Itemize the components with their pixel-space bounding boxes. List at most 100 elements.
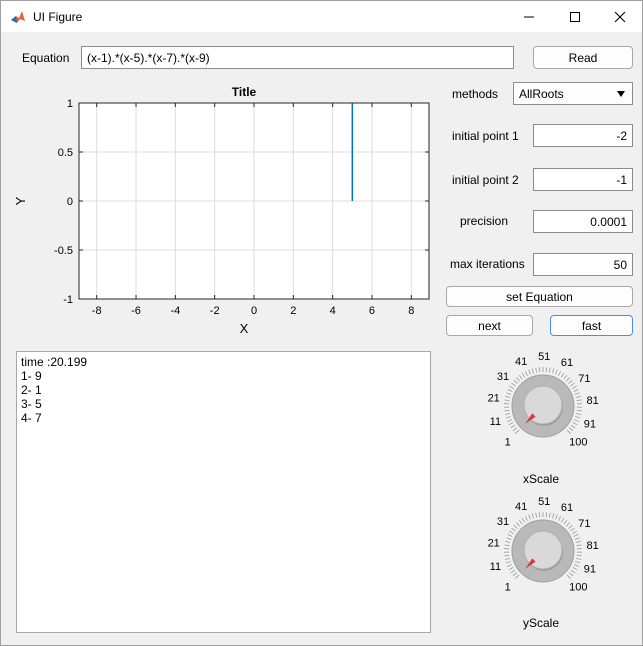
methods-label: methods [452, 87, 499, 101]
knob-tick [575, 561, 581, 564]
knob-tick-label: 100 [569, 581, 587, 593]
max-iterations-input[interactable]: 50 [533, 253, 633, 276]
knob-tick [504, 413, 510, 415]
knob-tick-label: 31 [497, 516, 509, 528]
knob-tick [506, 392, 512, 395]
yscale-knob[interactable]: 111213141 5161718191100 [471, 491, 621, 601]
knob-tick [568, 379, 573, 384]
knob-tick [555, 369, 558, 375]
knob-tick [560, 517, 565, 523]
knob-tick [516, 522, 521, 527]
x-axis-label: X [240, 321, 249, 336]
y-tick-label: 0 [67, 196, 73, 208]
knob-tick [528, 514, 531, 520]
xscale-label: xScale [523, 472, 560, 486]
knob-tick [528, 369, 531, 375]
knob-tick [504, 554, 510, 557]
output-text-area[interactable]: time :20.199 1- 9 2- 1 3- 5 4- 7 [16, 351, 431, 633]
knob-tick [558, 516, 562, 521]
equation-input[interactable]: (x-1).*(x-5).*(x-7).*(x-9) [81, 46, 514, 69]
knob-tick [535, 512, 538, 518]
window-title: UI Figure [33, 10, 83, 24]
knob-tick [574, 564, 579, 567]
output-line: 3- 5 [21, 397, 42, 411]
knob-tick [515, 574, 520, 579]
x-tick-label: 6 [369, 305, 375, 317]
knob-tick [507, 389, 513, 392]
knob-tick [509, 385, 514, 390]
knob-tick [572, 567, 578, 571]
set-equation-button[interactable]: set Equation [446, 286, 633, 307]
read-button[interactable]: Read [533, 46, 633, 69]
knob-tick-label: 61 [561, 357, 573, 369]
knob-tick [573, 389, 579, 392]
close-button[interactable] [597, 1, 643, 32]
knob-tick [568, 524, 573, 529]
knob-tick [515, 429, 520, 434]
knob-tick [513, 379, 518, 384]
knob-tick-label: 91 [584, 418, 596, 430]
knob-tick [504, 544, 510, 547]
knob-tick [531, 368, 534, 374]
y-axis-label: Y [13, 196, 28, 205]
knob-tick [512, 572, 518, 577]
y-tick-label: -0.5 [54, 245, 73, 257]
knob-tick [570, 382, 575, 387]
knob-tick [574, 392, 580, 395]
initial-point-2-input[interactable]: -1 [533, 168, 633, 191]
knob-tick-label: 71 [578, 373, 590, 385]
knob-tick [572, 530, 577, 535]
knob-tick-label: 100 [569, 436, 587, 448]
knob-tick [570, 527, 575, 532]
knob-tick [576, 399, 582, 402]
xscale-knob[interactable]: 111213141 5161718191100 [471, 346, 621, 456]
knob-tick-label: 1 [505, 581, 511, 593]
knob-tick [570, 424, 576, 429]
knob-tick-label: 41 [515, 356, 527, 368]
knob-tick [558, 371, 562, 376]
knob-tick [552, 513, 555, 519]
precision-label: precision [460, 214, 509, 228]
equation-label: Equation [22, 51, 70, 65]
knob-tick-label: 41 [515, 501, 527, 513]
knob-tick [566, 574, 571, 579]
axes-title: Title [232, 85, 257, 99]
knob-tick [504, 409, 510, 412]
minimize-button[interactable] [506, 1, 552, 32]
max-iterations-label: max iterations [450, 257, 525, 271]
initial-point-1-input[interactable]: -2 [533, 124, 633, 147]
knob-tick [574, 419, 579, 422]
close-icon [614, 11, 626, 22]
knob-tick-label: 11 [490, 561, 501, 573]
plot-axes[interactable]: -8 -6 -4 -2 0 2 4 6 8 1 0.5 0 -0.5 -1 Title X Y [11, 81, 431, 341]
initial-point-1-label: initial point 1 [452, 129, 519, 143]
knob-tick-label: 71 [578, 518, 590, 530]
maximize-button[interactable] [552, 1, 598, 32]
knob-tick [504, 399, 510, 402]
knob-tick [511, 527, 516, 532]
precision-input[interactable]: 0.0001 [533, 210, 633, 233]
knob-tick [516, 377, 521, 382]
chevron-down-icon [617, 91, 625, 97]
fast-button[interactable]: fast [550, 315, 633, 336]
knob-tick [510, 569, 516, 574]
x-tick-label: 4 [330, 305, 336, 317]
knob-tick [506, 537, 512, 540]
next-button[interactable]: next [446, 315, 533, 336]
x-tick-label: 8 [408, 305, 414, 317]
output-line: 4- 7 [21, 411, 42, 425]
knob-tick [576, 554, 582, 557]
knob-tick [570, 569, 576, 574]
maximize-icon [570, 11, 580, 22]
x-tick-label: -8 [92, 305, 102, 317]
knob-tick [548, 367, 551, 373]
matlab-icon [10, 9, 26, 25]
knob-tick [568, 572, 574, 577]
knob-tick [576, 409, 582, 412]
knob-tick [563, 374, 568, 380]
knob-tick [518, 519, 523, 525]
methods-dropdown[interactable]: AllRoots [513, 82, 633, 105]
title-bar: UI Figure [1, 1, 642, 32]
knob-tick [518, 374, 523, 380]
knob-tick-label: 21 [488, 393, 500, 405]
